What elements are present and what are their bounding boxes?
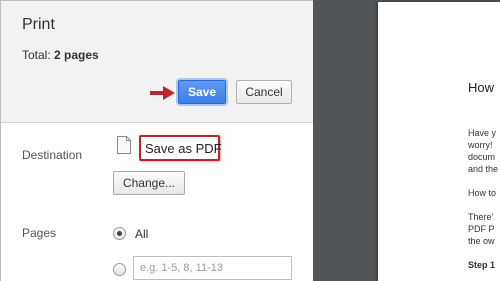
preview-line: How to xyxy=(468,188,497,198)
preview-page: How Have y worry! docum and the How to T… xyxy=(378,2,500,281)
pages-all-label[interactable]: All xyxy=(135,227,148,241)
preview-line: Step 1 xyxy=(468,260,496,270)
preview-line: docum xyxy=(468,152,496,162)
total-label: Total: xyxy=(22,48,55,62)
pages-label: Pages xyxy=(22,226,57,240)
preview-line: Have y xyxy=(468,128,497,138)
destination-value: Save as PDF xyxy=(145,141,222,156)
destination-label: Destination xyxy=(22,148,83,162)
preview-line: the ow xyxy=(468,236,495,246)
change-destination-button[interactable]: Change... xyxy=(113,171,185,195)
pages-all-radio[interactable] xyxy=(113,227,126,240)
cancel-button[interactable]: Cancel xyxy=(236,80,292,104)
preview-heading: How xyxy=(468,80,495,95)
red-arrow-icon xyxy=(150,86,175,100)
document-icon xyxy=(117,136,131,154)
pages-custom-radio[interactable] xyxy=(113,263,126,276)
print-title: Print xyxy=(22,16,55,33)
preview-line: PDF P xyxy=(468,224,495,234)
preview-line: and the xyxy=(468,164,499,174)
print-header: Print Total: 2 pages Save Cancel xyxy=(1,1,314,123)
save-button[interactable]: Save xyxy=(178,80,226,104)
preview-line: worry! xyxy=(468,140,493,150)
total-value: 2 pages xyxy=(54,48,99,62)
pages-range-input[interactable] xyxy=(133,256,292,280)
print-settings-panel: Print Total: 2 pages Save Cancel Destina… xyxy=(0,0,314,281)
page-total: Total: 2 pages xyxy=(22,48,99,62)
preview-line: There' xyxy=(468,212,494,222)
destination-value-highlight: Save as PDF xyxy=(139,135,222,161)
